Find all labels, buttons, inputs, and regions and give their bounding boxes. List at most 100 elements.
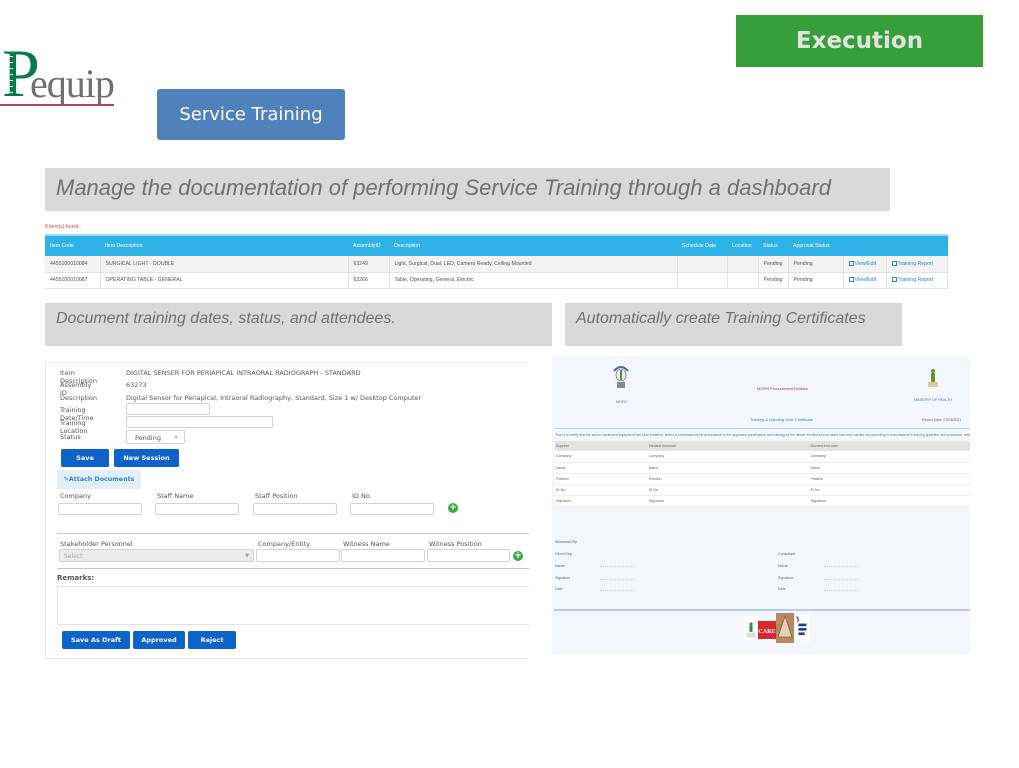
table-row: 4455100010087 OPERATING TABLE - GENERAL … (45, 272, 949, 289)
col-location[interactable]: Location (727, 234, 758, 256)
cert-col: Supplier (555, 441, 648, 451)
staff-position-input[interactable] (253, 503, 337, 515)
cell-status: Pending (758, 256, 789, 273)
execution-button[interactable]: Execution (736, 15, 983, 67)
pequip-logo: P equip (0, 39, 118, 114)
staff-name-input[interactable] (155, 503, 239, 515)
sig-signature-label: Signature (555, 576, 571, 580)
sig-signature-label: Signature (778, 576, 794, 580)
col-item-description[interactable]: Item Description (100, 234, 348, 256)
training-location-input[interactable] (126, 416, 273, 428)
external-link-icon (891, 260, 897, 266)
save-as-draft-button[interactable]: Save As Draft (62, 631, 130, 649)
col-schedule-date[interactable]: Schedule Date (677, 234, 727, 256)
cert-cell: Signature (647, 495, 810, 507)
training-datetime-input[interactable] (126, 403, 210, 415)
signature-line (824, 566, 858, 567)
view-edit-link[interactable]: View/Edit (848, 260, 877, 267)
section-divider (57, 533, 529, 534)
remarks-textarea[interactable] (57, 586, 529, 625)
id-no-input[interactable] (350, 503, 434, 515)
moh-emblem-icon (928, 369, 938, 387)
certificate-signatories-table: Supplier Medical end-user Biomed end-use… (555, 441, 970, 507)
assembly-id-value: 63273 (126, 381, 147, 389)
cert-cell: Name (555, 462, 648, 474)
item-description-value: DIGITAL SENSER FOR PERIAPICAL INTRAORAL … (126, 369, 361, 377)
add-witness-plus-icon[interactable]: + (513, 551, 523, 561)
witnessed-by-label: Witnessed By (555, 540, 577, 544)
col-assembly-id[interactable]: AssemblyID (348, 234, 389, 256)
staff-name-label: Staff Name (157, 492, 194, 500)
col-description[interactable]: Description (389, 234, 677, 256)
external-link-icon (848, 260, 854, 266)
company-input[interactable] (58, 503, 142, 515)
witness-position-input[interactable] (427, 549, 510, 562)
cert-cell: ID No (647, 484, 810, 496)
company-label: Company (60, 492, 91, 500)
pequip-small-logo-icon (794, 614, 810, 642)
cell-status: Pending (758, 272, 789, 289)
certificate-caption: Automatically create Training Certificat… (565, 303, 902, 346)
view-edit-link[interactable]: View/Edit (848, 277, 877, 283)
cell-item-description: OPERATING TABLE - GENERAL (100, 272, 349, 289)
attach-documents-button[interactable]: ✎Attach Documents (57, 470, 141, 489)
table-row: 4455100010084 SURGICAL LIGHT - DOUBLE 63… (45, 256, 949, 273)
col-item-code[interactable]: Item Code (45, 234, 100, 256)
cell-approval-status: Pending (788, 256, 844, 273)
training-report-label: Training Report (897, 277, 934, 283)
certificate-subtitle: Training & Handing Over Certificate (750, 417, 813, 422)
left-org-label: MOPH (616, 400, 627, 404)
new-session-button[interactable]: New Session (114, 449, 179, 467)
witness-name-input[interactable] (341, 549, 425, 562)
description-label: Description (60, 394, 98, 402)
cert-header-row: Supplier Medical end-user Biomed end-use… (555, 441, 970, 451)
external-link-icon (848, 277, 854, 283)
signature-line (600, 566, 634, 567)
sig-date-label: Date (555, 587, 563, 591)
view-edit-label: View/Edit (854, 260, 877, 267)
section-divider (57, 568, 529, 569)
stakeholder-label: Stakeholder Personnel (60, 540, 133, 548)
chevron-down-icon: ▼ (245, 553, 249, 559)
stakeholder-select[interactable]: Select ▼ (59, 549, 254, 562)
cert-cell: Company (647, 451, 810, 463)
company-entity-input[interactable] (256, 549, 340, 562)
cert-cell: Name (647, 462, 810, 474)
cell-assembly-id: 63249 (348, 256, 390, 273)
items-table: Item Code Item Description AssemblyID De… (45, 234, 949, 289)
cert-cell: Name (809, 462, 970, 474)
cert-cell: Position (555, 473, 648, 485)
cell-description: Light, Surgical, Dual, LED, Camera Ready… (389, 256, 678, 273)
training-report-link[interactable]: Training Report (891, 260, 933, 267)
form-caption: Document training dates, status, and att… (45, 303, 552, 346)
col-status[interactable]: Status (758, 234, 789, 256)
certificate-rule (554, 428, 970, 429)
training-report-link[interactable]: Training Report (891, 277, 934, 283)
care-logo-icon: CARE (758, 621, 776, 639)
cell-assembly-id: 63266 (348, 272, 390, 289)
cert-cell: Signature (555, 495, 648, 507)
external-link-icon (891, 277, 897, 283)
moph-emblem-icon (613, 366, 629, 388)
cell-item-code: 4455100010084 (45, 256, 101, 273)
sig-date-label: Date (778, 587, 786, 591)
signature-line (824, 579, 858, 580)
reject-button[interactable]: Reject (188, 631, 236, 649)
witness-position-label: Witness Position (429, 540, 482, 548)
status-select[interactable]: Pending ⌄ (126, 430, 185, 444)
add-staff-plus-icon[interactable]: + (448, 503, 458, 513)
training-form-panel: Item Description DIGITAL SENSER FOR PERI… (45, 362, 529, 659)
main-caption: Manage the documentation of performing S… (45, 168, 890, 211)
staff-position-label: Staff Position (255, 492, 298, 500)
pyramid-logo-icon (776, 613, 794, 643)
col-training-report (886, 234, 948, 256)
view-edit-label: View/Edit (854, 277, 877, 283)
save-button[interactable]: Save (61, 449, 109, 467)
col-approval-status[interactable]: Approval Status (788, 234, 844, 256)
stakeholder-placeholder: Select (64, 553, 83, 560)
certificate-footer-rule (554, 609, 970, 611)
cert-col: Biomed end-user (809, 441, 970, 451)
table-header-row: Item Code Item Description AssemblyID De… (45, 234, 948, 256)
service-training-button[interactable]: Service Training (157, 89, 345, 140)
approved-button[interactable]: Approved (133, 631, 185, 649)
